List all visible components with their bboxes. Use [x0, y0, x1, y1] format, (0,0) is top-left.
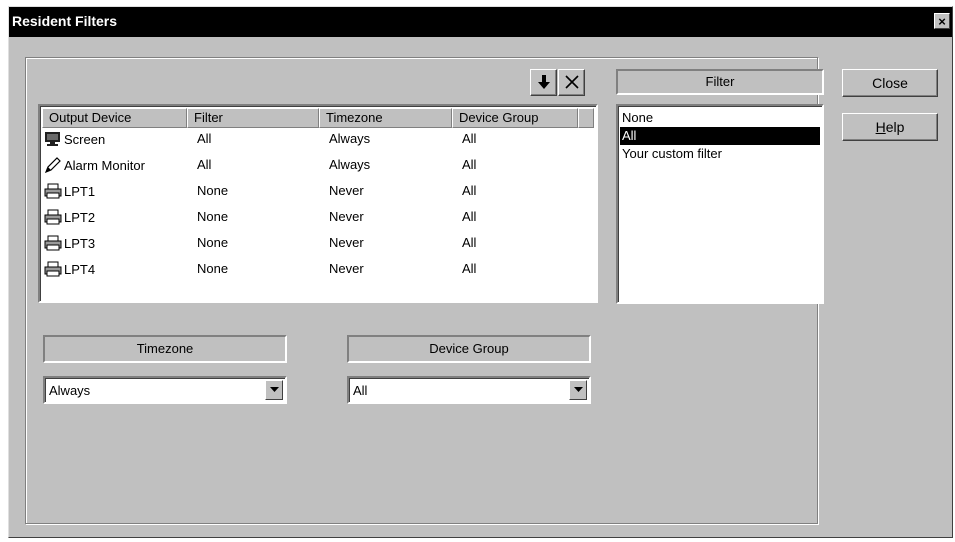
device-name: Alarm Monitor [64, 157, 145, 173]
group-cell: All [462, 131, 477, 146]
device-group-dropdown-button[interactable] [569, 380, 587, 400]
group-cell: All [462, 157, 477, 172]
group-cell: All [462, 209, 477, 224]
filter-cell: None [197, 183, 229, 198]
title-bar[interactable]: Resident Filters × [9, 7, 952, 37]
output-device-table[interactable]: Output Device Filter Timezone Device Gro… [38, 104, 598, 303]
timezone-value: Always [49, 383, 91, 398]
filter-item-all[interactable]: All [620, 127, 820, 145]
table-row[interactable]: Screen All Always All [42, 128, 597, 154]
resident-filters-dialog: Resident Filters × Output Device Filter … [8, 6, 953, 538]
device-group-header: Device Group [347, 335, 591, 363]
column-header-output-device[interactable]: Output Device [42, 108, 187, 128]
filter-list[interactable]: None All Your custom filter [616, 104, 824, 304]
window-close-button[interactable]: × [934, 13, 950, 29]
printer-icon [44, 209, 62, 225]
table-row[interactable]: Alarm Monitor All Always All [42, 154, 597, 180]
filter-cell: All [197, 157, 212, 172]
filter-cell: None [197, 235, 229, 250]
timezone-cell: Never [329, 235, 364, 250]
window-title: Resident Filters [12, 13, 118, 29]
group-cell: All [462, 235, 477, 250]
filter-cell: None [197, 209, 229, 224]
timezone-cell: Always [329, 131, 371, 146]
timezone-cell: Never [329, 183, 364, 198]
filter-item-none[interactable]: None [620, 109, 820, 127]
printer-icon [44, 235, 62, 251]
device-name: LPT2 [64, 209, 96, 225]
device-name: LPT4 [64, 261, 96, 277]
table-row[interactable]: LPT3 None Never All [42, 232, 597, 258]
group-cell: All [462, 261, 477, 276]
timezone-cell: Always [329, 157, 371, 172]
filter-item-custom[interactable]: Your custom filter [620, 145, 820, 163]
table-row[interactable]: LPT4 None Never All [42, 258, 597, 284]
column-header-timezone[interactable]: Timezone [319, 108, 452, 128]
help-label: elp [885, 119, 905, 135]
delete-button[interactable] [558, 69, 585, 96]
move-down-button[interactable] [530, 69, 557, 96]
device-name: Screen [64, 131, 106, 147]
pen-icon [44, 157, 61, 173]
filter-cell: All [197, 131, 212, 146]
table-row[interactable]: LPT1 None Never All [42, 180, 597, 206]
filter-header: Filter [616, 69, 824, 95]
device-group-value: All [353, 383, 368, 398]
column-header-filter[interactable]: Filter [187, 108, 319, 128]
timezone-select[interactable]: Always [43, 376, 287, 404]
printer-icon [44, 183, 62, 199]
help-mnemonic: H [875, 119, 886, 135]
group-cell: All [462, 183, 477, 198]
table-row[interactable]: LPT2 None Never All [42, 206, 597, 232]
timezone-cell: Never [329, 261, 364, 276]
timezone-cell: Never [329, 209, 364, 224]
device-name: LPT1 [64, 183, 96, 199]
monitor-icon [45, 132, 60, 146]
chevron-down-icon [573, 387, 583, 392]
timezone-header: Timezone [43, 335, 287, 363]
device-name: LPT3 [64, 235, 96, 251]
column-header-device-group[interactable]: Device Group [452, 108, 578, 128]
close-button[interactable]: Close [842, 69, 938, 97]
device-group-select[interactable]: All [347, 376, 591, 404]
close-icon [564, 75, 579, 89]
help-button[interactable]: Help [842, 113, 938, 141]
printer-icon [44, 261, 62, 277]
filter-cell: None [197, 261, 229, 276]
column-header-spacer [578, 108, 594, 128]
timezone-dropdown-button[interactable] [265, 380, 283, 400]
chevron-down-icon [269, 387, 279, 392]
arrow-down-icon [537, 75, 550, 89]
